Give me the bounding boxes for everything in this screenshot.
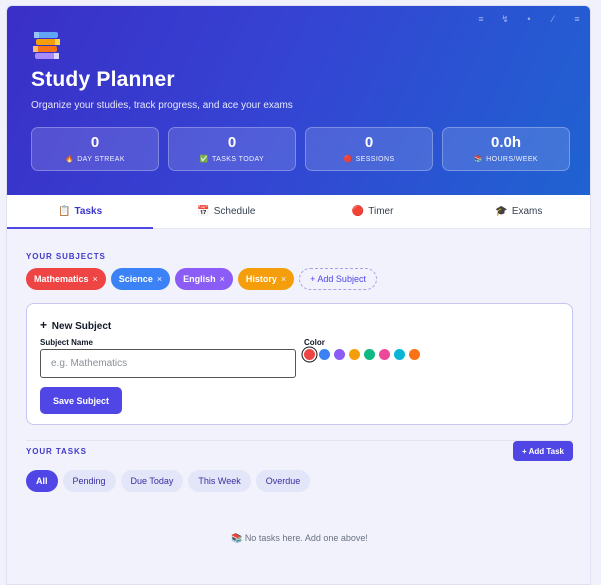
- app-subtitle: Organize your studies, track progress, a…: [31, 100, 293, 111]
- stat-label: TASKS TODAY: [212, 156, 265, 163]
- color-label: Color: [304, 338, 325, 347]
- subject-name: English: [183, 274, 216, 284]
- header-toolbar: ≡ ↯ • ⁄ ≡: [476, 14, 582, 25]
- color-swatch-pink[interactable]: [379, 349, 390, 360]
- subject-chip-english[interactable]: English ×: [175, 268, 233, 290]
- stat-value: 0: [364, 134, 374, 151]
- filter-overdue[interactable]: Overdue: [255, 470, 311, 492]
- stat-label: SESSIONS: [355, 156, 395, 163]
- pen-icon[interactable]: ⁄: [548, 14, 558, 25]
- stat-value: 0: [227, 134, 237, 151]
- add-subject-button[interactable]: + Add Subject: [299, 268, 377, 290]
- filter-this-week[interactable]: This Week: [188, 470, 251, 492]
- stat-value: 0: [90, 134, 100, 151]
- books-icon: [33, 32, 60, 59]
- subject-name: Science: [118, 274, 153, 284]
- subjects-heading: YOUR SUBJECTS: [26, 252, 106, 261]
- app-title: Study Planner: [31, 68, 175, 91]
- fire-icon: 🔥: [65, 156, 75, 163]
- color-swatch-green[interactable]: [364, 349, 375, 360]
- color-picker: [304, 349, 420, 360]
- new-subject-form: + New Subject Subject Name Color Save Su…: [26, 303, 573, 425]
- clipboard-icon: 📋: [58, 206, 71, 217]
- subject-name-input[interactable]: [40, 349, 296, 378]
- color-swatch-amber[interactable]: [349, 349, 360, 360]
- task-filters: All Pending Due Today This Week Overdue: [26, 470, 311, 492]
- record-icon: 🔴: [343, 156, 353, 163]
- header-banner: ≡ ↯ • ⁄ ≡ Study Planner Organize your st…: [7, 6, 590, 195]
- tab-label: Timer: [368, 206, 394, 217]
- check-icon: ✅: [199, 156, 209, 163]
- tab-label: Schedule: [213, 206, 256, 217]
- remove-icon[interactable]: ×: [220, 274, 225, 284]
- color-swatch-red[interactable]: [304, 349, 315, 360]
- stat-hours-week: 0.0h 📚 HOURS/WEEK: [442, 127, 570, 171]
- color-swatch-orange[interactable]: [409, 349, 420, 360]
- books-icon: 📚: [231, 533, 243, 543]
- subject-chips: Mathematics × Science × English × Histor…: [26, 268, 377, 290]
- color-swatch-purple[interactable]: [334, 349, 345, 360]
- divider: [26, 440, 573, 441]
- filter-due-today[interactable]: Due Today: [120, 470, 184, 492]
- tab-label: Exams: [511, 206, 543, 217]
- tasks-heading: YOUR TASKS: [26, 447, 87, 456]
- remove-icon[interactable]: ×: [93, 274, 98, 284]
- stat-label: HOURS/WEEK: [486, 156, 538, 163]
- menu-icon[interactable]: ≡: [476, 14, 486, 25]
- tab-label: Tasks: [74, 206, 103, 217]
- filter-pending[interactable]: Pending: [62, 470, 116, 492]
- calendar-icon: 📅: [197, 206, 210, 217]
- subject-chip-science[interactable]: Science ×: [110, 268, 171, 290]
- subject-name: Mathematics: [34, 274, 89, 284]
- color-swatch-blue[interactable]: [319, 349, 330, 360]
- stats-row: 0 🔥 DAY STREAK 0 ✅ TASKS TODAY 0 🔴 SESSIONS…: [31, 127, 570, 171]
- tab-schedule[interactable]: 📅 Schedule: [153, 195, 299, 228]
- app-window: ≡ ↯ • ⁄ ≡ Study Planner Organize your st…: [6, 5, 591, 585]
- main-tabs: 📋 Tasks 📅 Schedule 🔴 Timer 🎓 Exams: [7, 195, 590, 229]
- empty-state: 📚 No tasks here. Add one above!: [7, 533, 590, 544]
- stat-day-streak: 0 🔥 DAY STREAK: [31, 127, 159, 171]
- options-icon[interactable]: ≡: [572, 14, 582, 25]
- subject-chip-history[interactable]: History ×: [237, 268, 295, 290]
- subject-chip-mathematics[interactable]: Mathematics ×: [26, 268, 106, 290]
- add-task-button[interactable]: + Add Task: [513, 441, 573, 461]
- tab-exams[interactable]: 🎓 Exams: [446, 195, 590, 228]
- stat-label: DAY STREAK: [77, 156, 125, 163]
- record-icon: 🔴: [351, 206, 365, 217]
- color-swatch-cyan[interactable]: [394, 349, 405, 360]
- stat-value: 0.0h: [490, 134, 521, 151]
- books-icon: 📚: [474, 156, 484, 163]
- empty-message: No tasks here. Add one above!: [244, 533, 368, 543]
- form-title: New Subject: [51, 321, 112, 332]
- stats-icon[interactable]: ↯: [500, 14, 510, 25]
- plus-icon: +: [40, 318, 48, 332]
- remove-icon[interactable]: ×: [281, 274, 286, 284]
- stat-tasks-today: 0 ✅ TASKS TODAY: [168, 127, 296, 171]
- filter-all[interactable]: All: [26, 470, 58, 492]
- remove-icon[interactable]: ×: [157, 274, 162, 284]
- tab-timer[interactable]: 🔴 Timer: [300, 195, 446, 228]
- tab-tasks[interactable]: 📋 Tasks: [7, 195, 154, 229]
- subject-name-label: Subject Name: [40, 338, 93, 347]
- graduation-cap-icon: 🎓: [495, 206, 508, 217]
- subject-name: History: [245, 274, 277, 284]
- stat-sessions: 0 🔴 SESSIONS: [305, 127, 433, 171]
- save-subject-button[interactable]: Save Subject: [40, 387, 122, 414]
- sync-icon[interactable]: •: [524, 14, 534, 25]
